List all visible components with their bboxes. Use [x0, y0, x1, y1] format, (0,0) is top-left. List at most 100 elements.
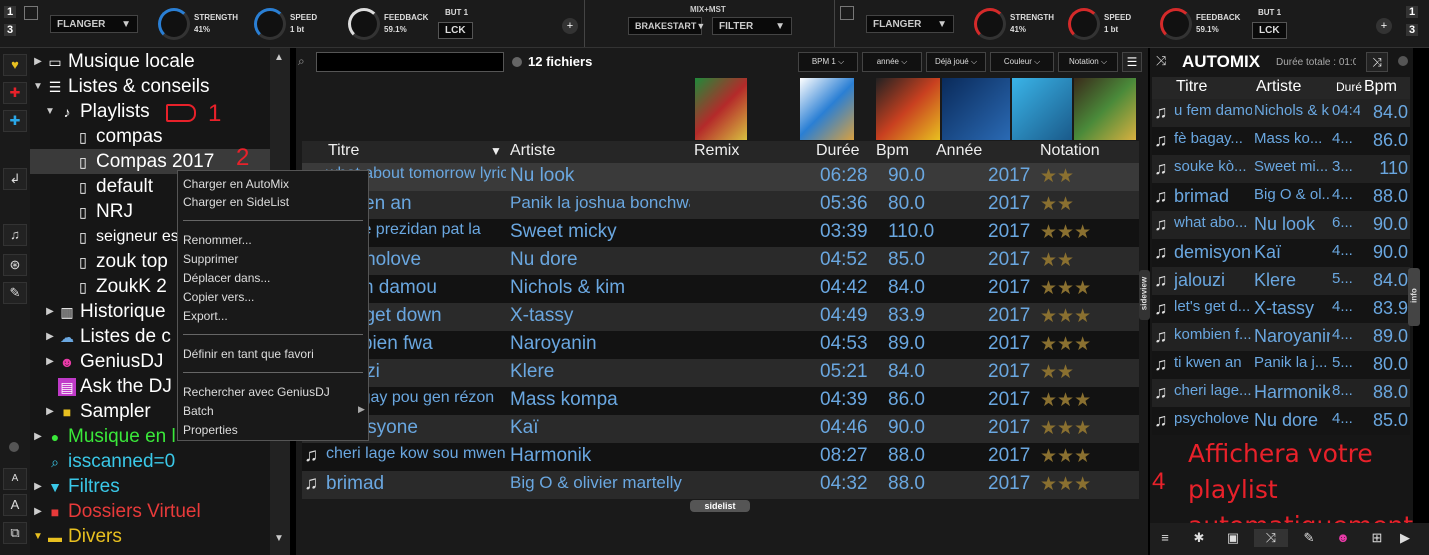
- automix-column-bpm[interactable]: Bpm: [1364, 78, 1397, 96]
- menu-batch[interactable]: Batch: [183, 402, 214, 420]
- tree-item-playlist[interactable]: ▯ NRJ: [72, 199, 133, 224]
- add-filter-icon[interactable]: ✚: [3, 110, 27, 132]
- album-cover[interactable]: [1012, 78, 1072, 140]
- automix-row[interactable]: ♫ u fem damouNichols & kim04:42 84.0: [1152, 99, 1410, 127]
- menu-move[interactable]: Déplacer dans...: [183, 269, 270, 287]
- rating-stars[interactable]: ★★★: [1040, 445, 1091, 468]
- automix-column-artist[interactable]: Artiste: [1256, 78, 1301, 96]
- automix-row[interactable]: ♫ ti kwen an Panik la j... 5... 80.0: [1152, 351, 1410, 379]
- album-cover[interactable]: [942, 78, 1010, 140]
- menu-delete[interactable]: Supprimer: [183, 250, 238, 268]
- search-input[interactable]: [316, 52, 504, 72]
- table-row[interactable]: jalouziKlere05:2184.02017★★: [302, 359, 1139, 387]
- scratch-icon[interactable]: [840, 6, 854, 20]
- column-title[interactable]: Titre: [328, 142, 359, 160]
- sync-icon[interactable]: ✱: [1190, 529, 1208, 547]
- tree-item-cloud-lists[interactable]: ▶ ☁ Listes de c: [44, 324, 171, 349]
- automix-row[interactable]: ♫ demisyoneKaï 4... 90.0: [1152, 239, 1410, 267]
- left-knob-strength[interactable]: STRENGTH 41%: [158, 4, 238, 44]
- column-artist[interactable]: Artiste: [510, 142, 555, 160]
- list-view-icon[interactable]: ☰: [1122, 52, 1142, 72]
- table-row[interactable]: fè bagay pou gen rézon Mass kompa 04:39 86.…: [302, 387, 1139, 415]
- filter-year[interactable]: année ⌵: [862, 52, 922, 72]
- scroll-up-icon[interactable]: ▲: [274, 52, 284, 63]
- table-row[interactable]: what about tomorrow lyrics Nu look 06:28 90…: [302, 163, 1139, 191]
- right-knob-strength[interactable]: STRENGTH 41%: [974, 4, 1054, 44]
- left-lock-button[interactable]: LCK: [438, 22, 473, 39]
- filter-color[interactable]: Couleur ⌵: [990, 52, 1054, 72]
- menu-rename[interactable]: Renommer...: [183, 231, 252, 249]
- column-duration[interactable]: Durée: [816, 142, 860, 160]
- tree-item-history[interactable]: ▶ ▥ Historique: [44, 299, 165, 324]
- scratch-icon[interactable]: [24, 6, 38, 20]
- save-icon[interactable]: ▣: [1224, 529, 1242, 547]
- automix-column-title[interactable]: Titre: [1176, 78, 1207, 96]
- table-row[interactable]: demisyone Kaï 04:46 90.0 2017 ★★★: [302, 415, 1139, 443]
- rating-stars[interactable]: ★★★: [1040, 305, 1091, 328]
- left-knob-speed[interactable]: SPEED 1 bt: [254, 4, 317, 44]
- small-font-icon[interactable]: A: [3, 468, 27, 490]
- sort-desc-icon[interactable]: ▼: [490, 144, 502, 158]
- right-knob-feedback[interactable]: FEEDBACK 59.1%: [1160, 4, 1240, 44]
- play-icon[interactable]: ▶: [1396, 529, 1414, 547]
- album-cover[interactable]: [1074, 78, 1136, 140]
- list-add-icon[interactable]: ≡: [1156, 529, 1174, 547]
- automix-row[interactable]: ♫ brimad Big O & ol... 4... 88.0: [1152, 183, 1410, 211]
- rating-stars[interactable]: ★★: [1040, 249, 1074, 272]
- film-icon[interactable]: ⊛: [3, 254, 27, 276]
- scroll-down-icon[interactable]: ▼: [274, 533, 284, 544]
- right-knob-speed[interactable]: SPEED 1 bt: [1068, 4, 1131, 44]
- pipette-icon[interactable]: ✎: [3, 282, 27, 304]
- right-lock-button[interactable]: LCK: [1252, 22, 1287, 39]
- tree-item-filter-isscanned[interactable]: ⌕ isscanned=0: [44, 449, 175, 474]
- left-knob-feedback[interactable]: FEEDBACK 59.1%: [348, 4, 428, 44]
- tree-item-sampler[interactable]: ▶ ■ Sampler: [44, 399, 151, 424]
- table-row[interactable]: let's get down X-tassy 04:49 83.9 2017 ★★★: [302, 303, 1139, 331]
- large-font-icon[interactable]: A: [3, 494, 27, 516]
- automix-row[interactable]: ♫ psycholove Nu dore 4... 85.0: [1152, 407, 1410, 435]
- album-cover[interactable]: [800, 78, 854, 140]
- column-bpm[interactable]: Bpm: [876, 142, 909, 160]
- automix-row[interactable]: ♫ cheri lage... Harmonik 8... 88.0: [1152, 379, 1410, 407]
- tree-item-playlist[interactable]: ▯ ZoukK 2: [72, 274, 167, 299]
- automix-row[interactable]: ♫ fè bagay... Mass ko... 4... 86.0: [1152, 127, 1410, 155]
- right-effect-select[interactable]: FLANGER ▼: [866, 15, 954, 33]
- center-filter-select[interactable]: FILTER ▼: [712, 17, 792, 35]
- left-effect-select[interactable]: FLANGER ▼: [50, 15, 138, 33]
- playlist-icon[interactable]: ⊞: [1368, 529, 1386, 547]
- table-row[interactable]: kòw lè prezidan pat la Sweet micky 03:39 11…: [302, 219, 1139, 247]
- rating-stars[interactable]: ★★: [1040, 165, 1074, 188]
- tree-item-playlist[interactable]: ▯ seigneur es: [72, 224, 179, 249]
- automix-row[interactable]: ♫ jalouzi Klere 5... 84.0: [1152, 267, 1410, 295]
- tree-item-online-music[interactable]: ▶ ● Musique en l: [32, 424, 176, 449]
- tree-item-virtual-folders[interactable]: ▶ ■ Dossiers Virtuel: [32, 499, 201, 524]
- add-favorite-icon[interactable]: ♥: [3, 54, 27, 76]
- tree-item-playlist[interactable]: ▯ zouk top: [72, 249, 168, 274]
- automix-mode-icon[interactable]: ⤨: [1366, 52, 1388, 72]
- album-cover[interactable]: [876, 78, 940, 140]
- genius-icon[interactable]: ☻: [1334, 529, 1352, 547]
- rating-stars[interactable]: ★★★: [1040, 221, 1091, 244]
- rating-stars[interactable]: ★★★: [1040, 277, 1091, 300]
- column-year[interactable]: Année: [936, 142, 982, 160]
- rating-stars[interactable]: ★★★: [1040, 389, 1091, 412]
- tree-item-local-music[interactable]: ▶ ▭ Musique locale: [32, 49, 195, 74]
- right-add-effect-button[interactable]: +: [1376, 18, 1392, 34]
- menu-set-favorite[interactable]: Définir en tant que favori: [183, 345, 314, 363]
- sideview-tab[interactable]: sideview: [1139, 270, 1150, 320]
- rating-stars[interactable]: ★★: [1040, 193, 1074, 216]
- menu-export[interactable]: Export...: [183, 307, 228, 325]
- tree-item-playlist[interactable]: ▯ default: [72, 174, 153, 199]
- sidelist-tab[interactable]: sidelist: [690, 500, 750, 512]
- info-tab[interactable]: info: [1408, 268, 1420, 326]
- external-window-icon[interactable]: ⧉: [3, 522, 27, 544]
- filter-played[interactable]: Déjà joué ⌵: [926, 52, 986, 72]
- menu-copy[interactable]: Copier vers...: [183, 288, 254, 306]
- table-row[interactable]: ♫ cheri lage kow sou mwen Harmonik 08:27 88.…: [302, 443, 1139, 471]
- music-note-icon[interactable]: ♫: [3, 224, 27, 246]
- table-row[interactable]: u fem damou Nichols & kim 04:42 84.0 2017 ★★★: [302, 275, 1139, 303]
- shuffle-icon[interactable]: ⤨: [1156, 53, 1166, 69]
- menu-properties[interactable]: Properties: [183, 421, 238, 439]
- tree-item-playlist[interactable]: ▯ compas: [72, 124, 162, 149]
- menu-load-sidelist[interactable]: Charger en SideList: [183, 193, 289, 211]
